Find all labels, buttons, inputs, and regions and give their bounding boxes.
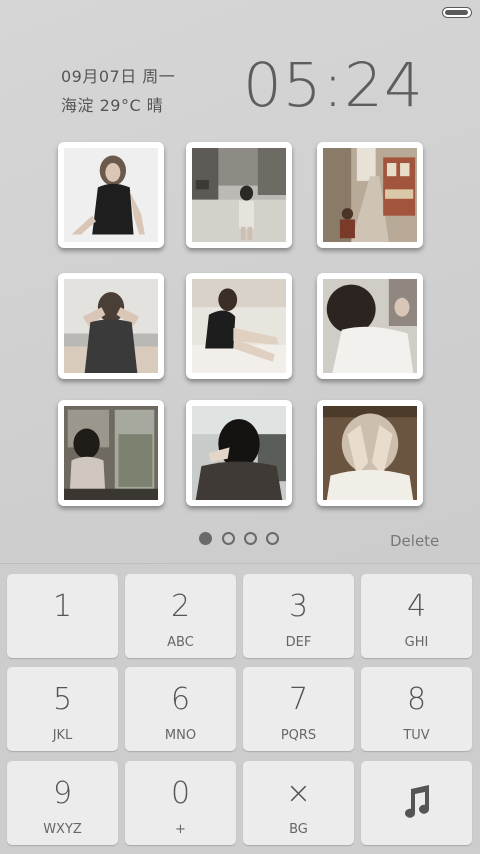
key-clear[interactable]: × BG [243,761,354,845]
passcode-keypad: 1 2 ABC 3 DEF 4 GHI 5 JKL 6 MNO 7 PQRS 8… [0,563,480,854]
key-digit: × [285,776,312,811]
photo-tile[interactable] [58,142,164,248]
photo-tile[interactable] [317,142,423,248]
photo-tile[interactable] [317,273,423,379]
key-6[interactable]: 6 MNO [125,667,236,751]
key-9[interactable]: 9 WXYZ [7,761,118,845]
photo-back-of-head [192,406,286,500]
photo-hands-face [323,406,417,500]
key-letters: JKL [52,728,73,743]
key-letters: + [175,822,186,837]
key-letters: ABC [167,635,194,650]
key-letters: TUV [403,728,430,743]
key-letters: MNO [164,728,197,743]
photo-beach-girl [64,279,158,373]
key-digit: 8 [406,682,427,717]
music-note-icon [401,785,431,823]
page-dot [244,532,257,545]
key-digit: 0 [170,776,191,811]
key-5[interactable]: 5 JKL [7,667,118,751]
key-7[interactable]: 7 PQRS [243,667,354,751]
battery-level [445,10,468,15]
photo-train-window [64,406,158,500]
key-digit: 2 [170,589,191,624]
key-letters: GHI [404,635,429,650]
key-1[interactable]: 1 [7,574,118,658]
key-music[interactable] [361,761,472,845]
photo-tile[interactable] [58,400,164,506]
key-digit: 6 [170,682,191,717]
key-digit: 9 [52,776,73,811]
page-dot [222,532,235,545]
key-letters: DEF [285,635,312,650]
key-letters: WXYZ [43,822,82,837]
photo-tram-street [323,148,417,242]
key-digit: 7 [288,682,309,717]
photo-tile[interactable] [186,400,292,506]
photo-street-girl [192,148,286,242]
key-4[interactable]: 4 GHI [361,574,472,658]
photo-tile[interactable] [186,142,292,248]
photo-girl-dark-dress [64,148,158,242]
key-letters: BG [289,822,308,837]
key-8[interactable]: 8 TUV [361,667,472,751]
key-digit: 5 [52,682,73,717]
key-digit: 4 [406,589,427,624]
clock-time: 05:24 [243,50,424,121]
key-2[interactable]: 2 ABC [125,574,236,658]
photo-tile[interactable] [58,273,164,379]
photo-tile[interactable] [317,400,423,506]
key-digit: 1 [52,589,73,624]
key-digit: 3 [288,589,309,624]
date-text: 09月07日 周一 [61,67,176,86]
photo-sitting-girl [192,279,286,373]
key-letters: PQRS [280,728,317,743]
page-dot-active [199,532,212,545]
key-0[interactable]: 0 + [125,761,236,845]
weather-text: 海淀 29°C 晴 [61,96,164,115]
delete-button[interactable]: Delete [390,532,439,550]
photo-girl-reading [323,279,417,373]
battery-icon [442,7,472,18]
key-3[interactable]: 3 DEF [243,574,354,658]
photo-tile[interactable] [186,273,292,379]
page-dot [266,532,279,545]
